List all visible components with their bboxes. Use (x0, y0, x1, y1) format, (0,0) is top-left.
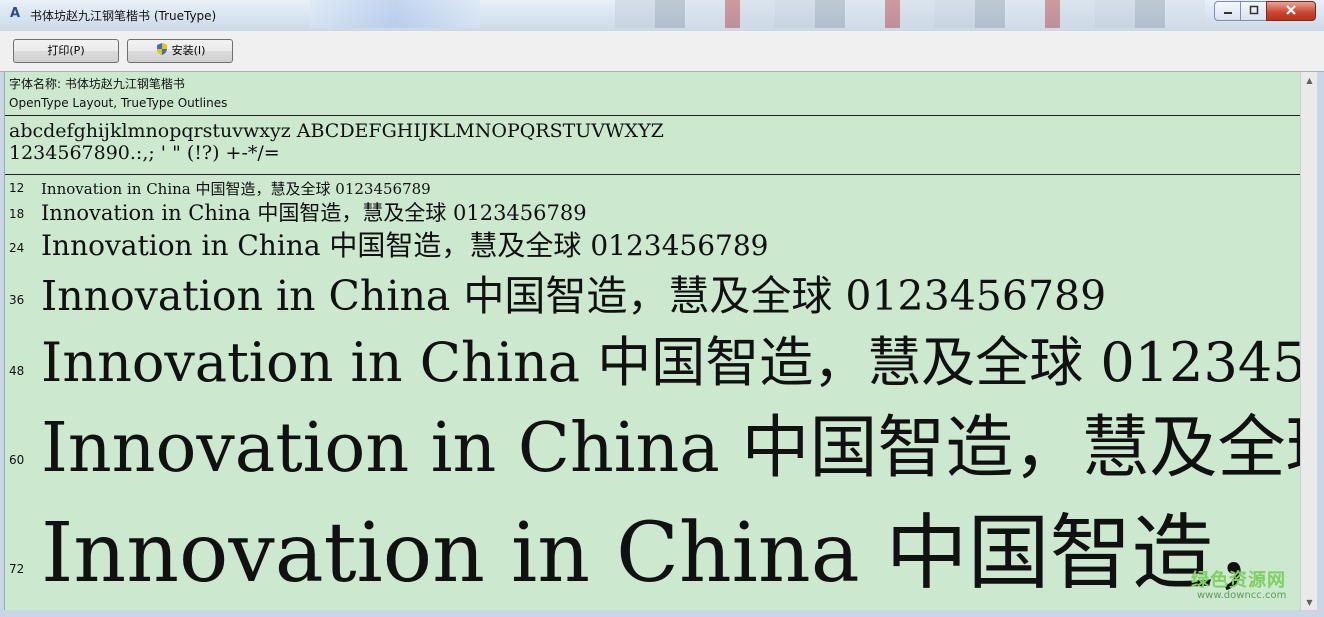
window-frame (1317, 72, 1324, 617)
font-name-line: 字体名称: 书体坊赵九江钢笔楷书 (9, 77, 185, 91)
vertical-scrollbar[interactable]: ▲ ▼ (1300, 72, 1318, 611)
font-type-line: OpenType Layout, TrueType Outlines (9, 96, 228, 110)
scroll-down-icon[interactable]: ▼ (1301, 594, 1318, 611)
window-frame (0, 610, 1324, 617)
divider (5, 174, 1301, 175)
uac-shield-icon (156, 43, 167, 55)
print-button-label: 打印(P) (47, 44, 85, 57)
close-button[interactable] (1266, 1, 1316, 21)
size-label: 60 (9, 453, 25, 467)
font-preview-area[interactable]: 字体名称: 书体坊赵九江钢笔楷书 OpenType Layout, TrueTy… (4, 72, 1301, 611)
sample-row-24: 24 Innovation in China 中国智造，慧及全球 0123456… (5, 224, 1301, 262)
size-label: 18 (9, 207, 25, 221)
watermark-text: 绿色资源网 (1191, 570, 1286, 591)
size-label: 48 (9, 364, 25, 378)
sample-row-18: 18 Innovation in China 中国智造，慧及全球 0123456… (5, 196, 1301, 225)
size-label: 24 (9, 241, 25, 255)
title-bar[interactable]: A 书体坊赵九江钢笔楷书 (TrueType) (0, 0, 1324, 31)
character-set: abcdefghijklmnopqrstuvwxyz ABCDEFGHIJKLM… (9, 120, 664, 164)
minimize-button[interactable] (1214, 1, 1241, 21)
sample-row-48: 48 Innovation in China 中国智造，慧及全球 0123456… (5, 318, 1301, 394)
size-label: 36 (9, 293, 25, 307)
print-button[interactable]: 打印(P) (13, 39, 119, 63)
charset-numbers: 1234567890.:,; ' " (!?) +-*/= (9, 142, 280, 164)
sample-text: Innovation in China 中国智造，慧及全球 0123456789 (41, 506, 1301, 601)
install-button-label: 安装(I) (171, 44, 206, 57)
sample-row-72: 72 Innovation in China 中国智造，慧及全球 0123456… (5, 486, 1301, 601)
sample-text: Innovation in China 中国智造，慧及全球 0123456789 (41, 331, 1301, 394)
charset-letters: abcdefghijklmnopqrstuvwxyz ABCDEFGHIJKLM… (9, 120, 664, 142)
maximize-button[interactable] (1240, 1, 1267, 21)
install-button[interactable]: 安装(I) (127, 39, 233, 63)
divider (5, 115, 1301, 116)
font-info: 字体名称: 书体坊赵九江钢笔楷书 OpenType Layout, TrueTy… (9, 75, 227, 113)
font-viewer-icon: A (9, 6, 21, 21)
sample-row-36: 36 Innovation in China 中国智造，慧及全球 0123456… (5, 262, 1301, 320)
sample-row-12: 12 Innovation in China 中国智造，慧及全球 0123456… (5, 176, 1301, 198)
sample-text: Innovation in China 中国智造，慧及全球 0123456789 (41, 229, 769, 262)
sample-text: Innovation in China 中国智造，慧及全球 0123456789 (41, 409, 1301, 488)
sample-text: Innovation in China 中国智造，慧及全球 0123456789 (41, 272, 1107, 320)
scroll-up-icon[interactable]: ▲ (1301, 72, 1318, 89)
window-title: 书体坊赵九江钢笔楷书 (TrueType) (30, 9, 217, 23)
sample-row-60: 60 Innovation in China 中国智造，慧及全球 0123456… (5, 390, 1301, 488)
watermark-url: www.downcc.com (1197, 590, 1287, 601)
size-label: 72 (9, 562, 25, 576)
size-label: 12 (9, 181, 25, 195)
sample-text: Innovation in China 中国智造，慧及全球 0123456789 (41, 201, 587, 225)
toolbar: 打印(P) 安装(I) (0, 31, 1324, 72)
